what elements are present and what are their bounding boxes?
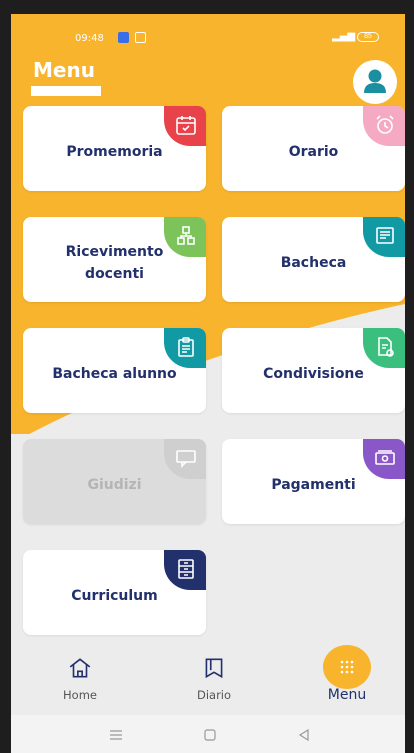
avatar-button[interactable]: [353, 60, 397, 104]
card-condivisione[interactable]: Condivisione: [222, 328, 405, 413]
home-icon: [69, 658, 91, 678]
bookmark-book-icon: [205, 658, 223, 679]
redacted-username: [31, 86, 101, 96]
card-label: Ricevimento docenti: [65, 243, 164, 282]
nav-home-label: Home: [63, 688, 97, 702]
recent-apps-icon[interactable]: [109, 729, 123, 741]
menu-active-indicator: [323, 645, 371, 689]
battery-indicator: 85: [357, 32, 379, 42]
card-bacheca-alunno[interactable]: Bacheca alunno: [23, 328, 206, 413]
back-triangle-icon[interactable]: [298, 729, 310, 741]
status-bar: 09:48 ▂▄▆ 85: [11, 14, 405, 58]
card-giudizi: Giudizi: [23, 439, 206, 524]
app-screen: 09:48 ▂▄▆ 85 Menu Promemoria Orario Rice…: [11, 14, 405, 753]
nav-diario[interactable]: Diario: [164, 641, 264, 715]
bottom-navigation: Home Diario Menu: [11, 641, 405, 715]
signal-icon: ▂▄▆: [332, 31, 356, 42]
card-label: Bacheca alunno: [52, 365, 177, 382]
card-label: Condivisione: [263, 365, 364, 382]
home-square-icon[interactable]: [204, 729, 216, 741]
nav-menu[interactable]: Menu: [297, 641, 397, 715]
grid-dots-icon: [340, 660, 354, 674]
card-ricevimento-docenti[interactable]: Ricevimento docenti: [23, 217, 206, 302]
card-promemoria[interactable]: Promemoria: [23, 106, 206, 191]
user-icon: [364, 69, 386, 93]
card-label: Giudizi: [87, 476, 142, 493]
card-label: Promemoria: [66, 143, 163, 160]
card-orario[interactable]: Orario: [222, 106, 405, 191]
nav-diario-label: Diario: [196, 688, 232, 702]
card-bacheca[interactable]: Bacheca: [222, 217, 405, 302]
card-curriculum[interactable]: Curriculum: [23, 550, 206, 635]
card-label: Orario: [288, 143, 339, 160]
message-notification-icon: [118, 32, 129, 43]
nav-menu-label: Menu: [327, 687, 367, 703]
card-label: Pagamenti: [271, 476, 356, 493]
status-time: 09:48: [75, 33, 104, 44]
page-title: Menu: [33, 58, 95, 82]
instagram-notification-icon: [135, 32, 146, 43]
card-label: Bacheca: [280, 254, 347, 271]
card-pagamenti[interactable]: Pagamenti: [222, 439, 405, 524]
card-label: Curriculum: [71, 587, 158, 604]
system-navigation-bar: [11, 715, 405, 753]
nav-home[interactable]: Home: [30, 641, 130, 715]
